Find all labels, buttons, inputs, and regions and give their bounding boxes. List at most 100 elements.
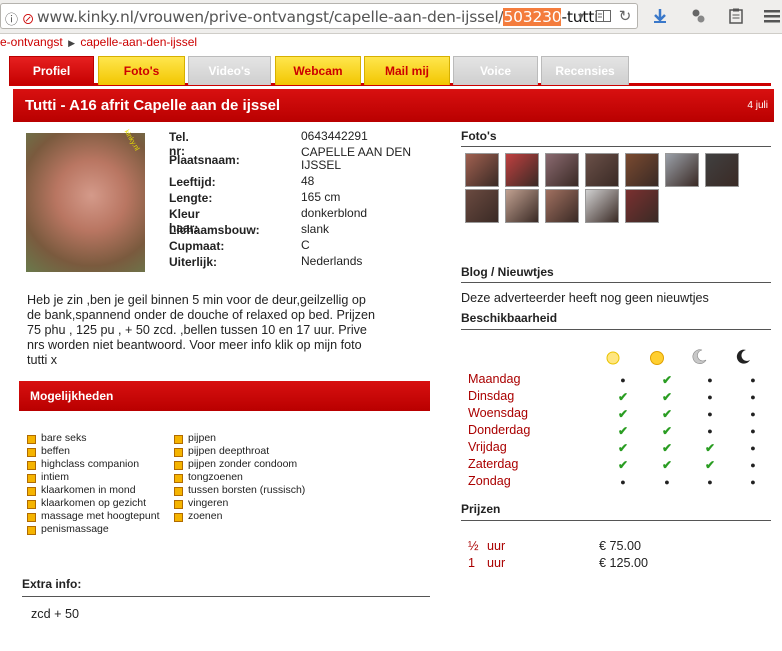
list-item: klaarkomen in mond <box>27 484 160 497</box>
tab-mail-mij[interactable]: Mail mij <box>364 56 450 85</box>
photo-thumbnail[interactable] <box>465 153 499 187</box>
photo-thumbnail[interactable] <box>585 189 619 223</box>
unavailable-dot-icon: ● <box>707 426 713 436</box>
list-item: tussen borsten (russisch) <box>174 484 305 497</box>
blog-heading: Blog / Nieuwtjes <box>461 265 554 279</box>
price-amount: € 125.00 <box>599 556 649 570</box>
photo-thumbnail[interactable] <box>585 153 619 187</box>
list-item: highclass companion <box>27 458 160 471</box>
available-check-icon: ✔ <box>617 458 629 472</box>
extra-info-heading: Extra info: <box>22 577 82 591</box>
available-check-icon: ✔ <box>661 407 673 421</box>
day-label: Zaterdag <box>468 457 519 471</box>
browser-toolbar: ⓘ ⊘ www.kinky.nl/vrouwen/prive-ontvangst… <box>0 0 782 34</box>
available-check-icon: ✔ <box>661 424 673 438</box>
unavailable-dot-icon: ● <box>750 426 756 436</box>
unavailable-dot-icon: ● <box>620 375 626 385</box>
photo-thumbnail[interactable] <box>545 189 579 223</box>
extra-info-value: zcd + 50 <box>31 607 79 621</box>
tab-profiel[interactable]: Profiel <box>9 56 94 85</box>
breadcrumb-item[interactable]: capelle-aan-den-ijssel <box>80 35 197 49</box>
divider <box>461 329 771 330</box>
available-check-icon: ✔ <box>661 458 673 472</box>
divider <box>461 520 771 521</box>
photo-thumbnail[interactable] <box>625 189 659 223</box>
list-item: beffen <box>27 445 160 458</box>
clipboard-icon[interactable] <box>726 6 746 26</box>
menu-icon[interactable] <box>762 6 782 26</box>
reload-icon[interactable]: ↻ <box>617 8 633 25</box>
unavailable-dot-icon: ● <box>750 460 756 470</box>
list-item: pijpen <box>174 432 305 445</box>
available-check-icon: ✔ <box>704 441 716 455</box>
unavailable-dot-icon: ● <box>664 477 670 487</box>
download-icon[interactable] <box>650 6 670 26</box>
url-text[interactable]: www.kinky.nl/vrouwen/prive-ontvangst/cap… <box>37 8 598 26</box>
list-item: massage met hoogtepunt <box>27 510 160 523</box>
photos-heading: Foto's <box>461 129 497 143</box>
day-label: Donderdag <box>468 423 531 437</box>
prices-heading: Prijzen <box>461 502 501 516</box>
unavailable-dot-icon: ● <box>620 477 626 487</box>
breadcrumb-item[interactable]: e-ontvangst <box>0 35 63 49</box>
photo-thumbnail[interactable] <box>505 153 539 187</box>
night-moon-icon <box>736 348 756 368</box>
blog-text: Deze adverteerder heeft nog geen nieuwtj… <box>461 291 709 305</box>
price-amount: € 75.00 <box>599 539 642 553</box>
photo-thumbnail[interactable] <box>665 153 699 187</box>
list-item: bare seks <box>27 432 160 445</box>
tab-recensies[interactable]: Recensies <box>541 56 629 85</box>
day-label: Woensdag <box>468 406 528 420</box>
photo-thumbnail[interactable] <box>505 189 539 223</box>
url-highlight: 503230 <box>503 8 562 26</box>
availability-heading: Beschikbaarheid <box>461 311 558 325</box>
photo-thumbnail[interactable] <box>465 189 499 223</box>
address-bar[interactable]: ⓘ ⊘ www.kinky.nl/vrouwen/prive-ontvangst… <box>0 3 638 29</box>
available-check-icon: ✔ <box>661 373 673 387</box>
tab-webcam[interactable]: Webcam <box>275 56 361 85</box>
profile-tabs: Profiel Foto's Video's Webcam Mail mij V… <box>9 54 771 86</box>
breadcrumb-separator-icon: ▶ <box>68 38 75 48</box>
profile-photo[interactable]: kinky.nl <box>26 129 145 272</box>
photo-thumbnail[interactable] <box>625 153 659 187</box>
tab-videos[interactable]: Video's <box>188 56 271 85</box>
unavailable-dot-icon: ● <box>707 477 713 487</box>
photo-thumbnail[interactable] <box>705 153 739 187</box>
site-info-icon[interactable]: ⓘ ⊘ <box>5 9 35 28</box>
unavailable-dot-icon: ● <box>707 375 713 385</box>
divider <box>461 146 771 147</box>
day-label: Maandag <box>468 372 521 386</box>
photo-thumbnail[interactable] <box>545 153 579 187</box>
list-item: intiem <box>27 471 160 484</box>
available-check-icon: ✔ <box>617 441 629 455</box>
unavailable-dot-icon: ● <box>750 375 756 385</box>
morning-sun-icon <box>604 348 624 368</box>
available-check-icon: ✔ <box>617 424 629 438</box>
unavailable-dot-icon: ● <box>750 477 756 487</box>
available-check-icon: ✔ <box>617 390 629 404</box>
unavailable-dot-icon: ● <box>750 409 756 419</box>
profile-title-bar: Tutti - A16 afrit Capelle aan de ijssel … <box>13 89 774 122</box>
reader-view-icon[interactable] <box>595 8 611 24</box>
list-item: zoenen <box>174 510 305 523</box>
profile-date: 4 juli <box>747 100 768 111</box>
dropdown-arrow-icon[interactable]: ▾ <box>573 8 589 24</box>
tab-voice[interactable]: Voice <box>453 56 538 85</box>
mogelijkheden-header: Mogelijkheden <box>19 381 430 411</box>
list-item: pijpen zonder condoom <box>174 458 305 471</box>
available-check-icon: ✔ <box>661 390 673 404</box>
unavailable-dot-icon: ● <box>707 409 713 419</box>
profile-description: Heb je zin ,ben je geil binnen 5 min voo… <box>27 293 375 367</box>
available-check-icon: ✔ <box>617 407 629 421</box>
list-item: klaarkomen op gezicht <box>27 497 160 510</box>
mogelijkheden-list-2: pijpen pijpen deepthroat pijpen zonder c… <box>174 432 305 523</box>
afternoon-sun-icon <box>648 348 668 368</box>
price-unit: uur <box>487 539 506 553</box>
divider <box>461 282 771 283</box>
list-item: tongzoenen <box>174 471 305 484</box>
available-check-icon: ✔ <box>704 458 716 472</box>
unavailable-dot-icon: ● <box>750 392 756 402</box>
extension-icon[interactable] <box>688 6 708 26</box>
tab-fotos[interactable]: Foto's <box>98 56 185 85</box>
mogelijkheden-list-1: bare seks beffen highclass companion int… <box>27 432 160 536</box>
